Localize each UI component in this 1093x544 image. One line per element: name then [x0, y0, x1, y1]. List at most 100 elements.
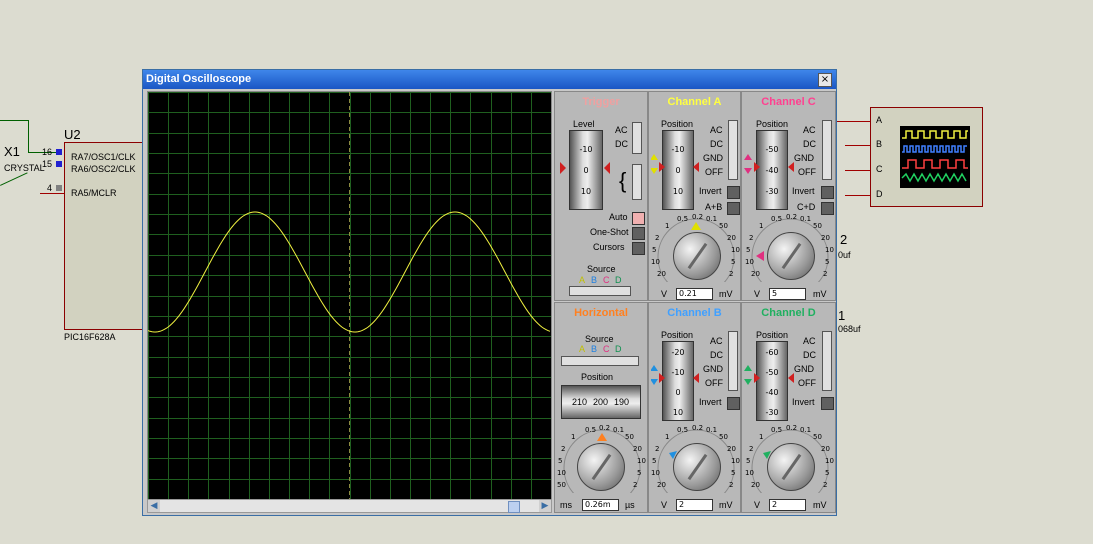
- svg-text:5: 5: [637, 469, 641, 477]
- title-bar[interactable]: Digital Oscilloscope ×: [143, 70, 836, 89]
- wire: [845, 195, 870, 196]
- channel-b-unit-v: V: [661, 500, 668, 510]
- channel-c-mode-switch[interactable]: [822, 120, 832, 180]
- scroll-right-icon[interactable]: ▶: [539, 500, 551, 512]
- svg-text:50: 50: [625, 433, 634, 441]
- channel-d-mode-switch[interactable]: [822, 331, 832, 391]
- scroll-thumb[interactable]: [508, 501, 520, 513]
- channel-b-invert-label: Invert: [699, 397, 722, 407]
- svg-text:5: 5: [746, 246, 750, 254]
- level-tick: 10: [580, 187, 592, 196]
- chip-name: PIC16F628A: [64, 332, 116, 342]
- channel-d-scale-knob[interactable]: [767, 443, 815, 491]
- horizontal-source-label: Source: [585, 334, 614, 344]
- tick: -20: [671, 348, 685, 357]
- scope-display[interactable]: [147, 91, 552, 500]
- cursors-button[interactable]: [632, 242, 645, 255]
- oneshot-button[interactable]: [632, 227, 645, 240]
- pin-marker: [56, 149, 62, 155]
- auto-button[interactable]: [632, 212, 645, 225]
- trigger-ac-label: AC: [615, 125, 628, 135]
- channel-a-arrows-icon: [651, 154, 699, 174]
- channel-a-mode-switch[interactable]: [728, 120, 738, 180]
- svg-text:5: 5: [825, 469, 829, 477]
- edge-switch[interactable]: [632, 164, 642, 200]
- svg-text:5: 5: [652, 457, 656, 465]
- channel-c-title: Channel C: [761, 96, 816, 108]
- channel-b-invert-button[interactable]: [727, 397, 740, 410]
- horizontal-source-slider[interactable]: [561, 356, 639, 366]
- channel-b-unit-mv: mV: [719, 500, 733, 510]
- svg-text:0.1: 0.1: [706, 426, 717, 434]
- horizontal-scrollbar[interactable]: ◀ ▶: [147, 499, 552, 513]
- channel-b-mode-switch[interactable]: [728, 331, 738, 391]
- coupling-switch[interactable]: [632, 122, 642, 154]
- channel-a-invert-label: Invert: [699, 186, 722, 196]
- tick: -30: [765, 187, 779, 196]
- horizontal-position-knob[interactable]: 210 200 190: [561, 385, 641, 419]
- channel-b-panel: Channel B Position -20 -10 0 10 AC DC GN…: [648, 302, 741, 513]
- horizontal-position-label: Position: [581, 372, 614, 382]
- channel-c-invert-button[interactable]: [821, 186, 834, 199]
- channel-b-scale-knob[interactable]: [673, 443, 721, 491]
- svg-text:10: 10: [651, 258, 660, 266]
- oneshot-label: One-Shot: [590, 227, 629, 237]
- svg-text:10: 10: [557, 469, 566, 477]
- channel-a-unit-mv: mV: [719, 289, 733, 299]
- channel-c-scale-knob[interactable]: [767, 232, 815, 280]
- close-button[interactable]: ×: [818, 73, 832, 87]
- a-mode-dc: DC: [710, 139, 723, 149]
- svg-text:50: 50: [813, 222, 822, 230]
- channel-d-scale-value[interactable]: 2: [769, 499, 806, 511]
- svg-text:20: 20: [821, 445, 830, 453]
- pin-4: 4: [47, 183, 53, 193]
- wire: [837, 121, 870, 122]
- channel-a-panel: Channel A Position -10 0 10 AC DC GND OF…: [648, 91, 741, 301]
- svg-text:0.1: 0.1: [706, 215, 717, 223]
- horizontal-unit-us: µs: [625, 500, 635, 510]
- trigger-source-slider[interactable]: [569, 286, 631, 296]
- channel-c-scale-value[interactable]: 5: [769, 288, 806, 300]
- b-mode-gnd: GND: [703, 364, 723, 374]
- svg-text:2: 2: [749, 234, 753, 242]
- src-c: C: [603, 275, 610, 285]
- svg-text:2: 2: [823, 270, 827, 278]
- level-label: Level: [573, 119, 595, 129]
- wire: [0, 120, 28, 121]
- channel-a-sum-label: A+B: [705, 202, 723, 212]
- channel-d-invert-button[interactable]: [821, 397, 834, 410]
- scope-pin-a: A: [876, 115, 883, 125]
- channel-a-scale-value[interactable]: 0.21: [676, 288, 713, 300]
- svg-text:0.2: 0.2: [786, 424, 797, 432]
- svg-text:10: 10: [731, 246, 740, 254]
- svg-text:0.2: 0.2: [599, 424, 610, 432]
- channel-a-scale-knob[interactable]: [673, 232, 721, 280]
- c-mode-off: OFF: [798, 167, 816, 177]
- svg-text:2: 2: [729, 481, 733, 489]
- svg-text:2: 2: [655, 234, 659, 242]
- svg-text:20: 20: [727, 234, 736, 242]
- svg-text:20: 20: [657, 270, 666, 278]
- trigger-source-label: Source: [587, 264, 616, 274]
- a-mode-off: OFF: [705, 167, 723, 177]
- svg-text:0.2: 0.2: [692, 424, 703, 432]
- channel-a-invert-button[interactable]: [727, 186, 740, 199]
- d-mode-dc: DC: [803, 350, 816, 360]
- scroll-left-icon[interactable]: ◀: [148, 500, 160, 512]
- channel-b-position-label: Position: [661, 330, 694, 340]
- c2-value: 0uf: [838, 250, 851, 260]
- wire: [0, 172, 28, 186]
- wire: [845, 170, 870, 171]
- horizontal-unit-ms: ms: [560, 500, 572, 510]
- svg-text:1: 1: [759, 222, 763, 230]
- horizontal-scale-knob[interactable]: [577, 443, 625, 491]
- channel-b-scale-value[interactable]: 2: [676, 499, 713, 511]
- svg-text:50: 50: [719, 433, 728, 441]
- oscilloscope-window[interactable]: Digital Oscilloscope × ◀ ▶ Trigger Level…: [142, 69, 837, 516]
- horizontal-scale-value[interactable]: 0.26m: [582, 499, 619, 511]
- svg-text:0.2: 0.2: [786, 213, 797, 221]
- svg-text:50: 50: [813, 433, 822, 441]
- svg-text:20: 20: [727, 445, 736, 453]
- svg-text:1: 1: [665, 433, 669, 441]
- c-mode-ac: AC: [803, 125, 816, 135]
